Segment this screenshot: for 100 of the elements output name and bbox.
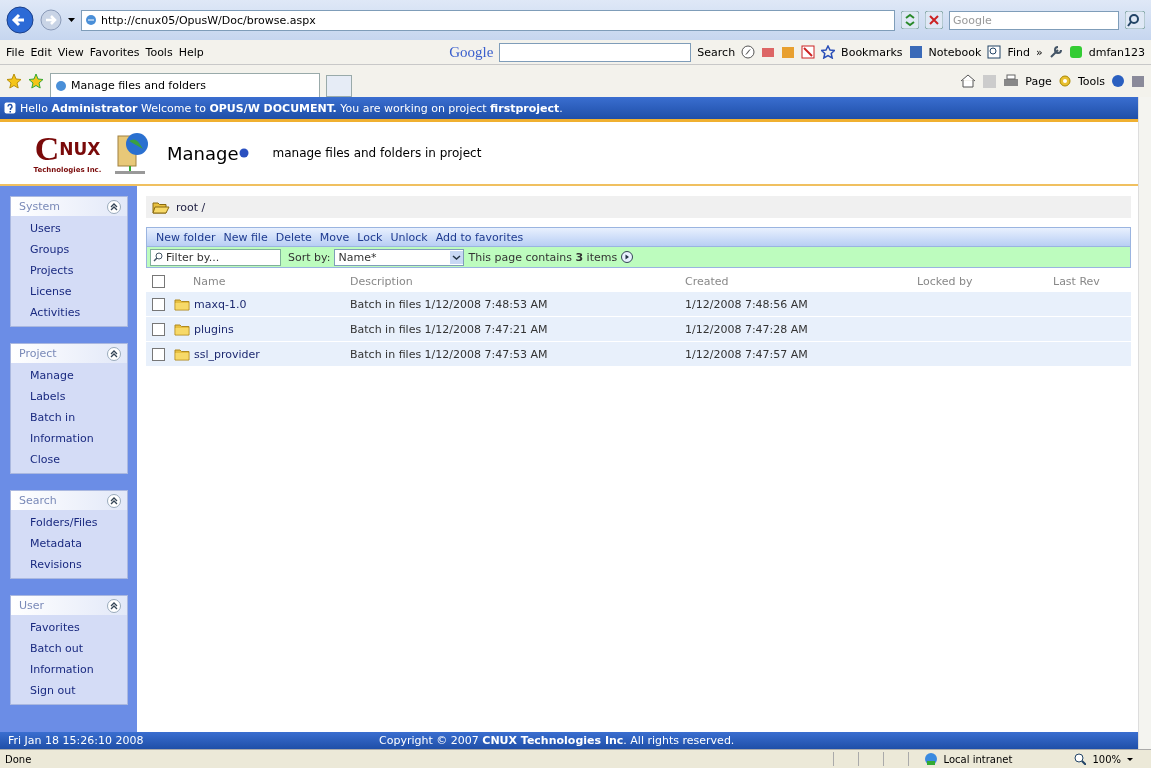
security-zone: Local intranet bbox=[943, 753, 1013, 765]
dropdown-arrow-icon[interactable] bbox=[68, 18, 75, 22]
menu-item[interactable]: Tools bbox=[145, 45, 173, 59]
table-cell: Batch in files 1/12/2008 7:47:21 AM bbox=[350, 322, 548, 336]
bookmarks-button[interactable]: Bookmarks bbox=[841, 45, 903, 59]
star-icon bbox=[821, 45, 836, 59]
row-checkbox[interactable] bbox=[152, 322, 165, 336]
sidebar-link[interactable]: Activities bbox=[11, 302, 127, 323]
forward-button-icon[interactable] bbox=[40, 9, 62, 31]
address-bar[interactable]: http://cnux05/OpusW/Doc/browse.aspx bbox=[81, 9, 895, 31]
select-all-checkbox[interactable] bbox=[152, 274, 165, 288]
sidebar-link[interactable]: Manage bbox=[11, 365, 127, 386]
refresh-icon[interactable] bbox=[901, 11, 919, 29]
zoom-icon[interactable] bbox=[1074, 753, 1087, 765]
google-logo: Google bbox=[449, 43, 494, 61]
dropdown-arrow-icon[interactable] bbox=[1127, 757, 1133, 761]
find-button[interactable]: Find bbox=[1007, 45, 1030, 59]
sidebar-link[interactable]: Close bbox=[11, 449, 127, 470]
print-icon[interactable] bbox=[1003, 74, 1020, 88]
action-link[interactable]: Move bbox=[319, 230, 350, 244]
sidebar-link[interactable]: Favorites bbox=[11, 617, 127, 638]
close-icon[interactable] bbox=[925, 11, 943, 29]
sidebar-link[interactable]: Metadata bbox=[11, 533, 127, 554]
menu-item[interactable]: Favorites bbox=[89, 45, 140, 59]
table-cell: 1/12/2008 7:47:28 AM bbox=[685, 322, 808, 336]
section-header[interactable]: Search bbox=[11, 491, 127, 510]
action-link[interactable]: New folder bbox=[156, 230, 216, 244]
table-cell: 1/12/2008 7:47:57 AM bbox=[685, 347, 808, 361]
sidebar-link[interactable]: Users bbox=[11, 218, 127, 239]
copyright-notice: Copyright © 2007 CNUX Technologies Inc. All rights reserved. bbox=[378, 734, 736, 747]
collapse-icon[interactable] bbox=[107, 199, 121, 214]
sidebar-link[interactable]: Revisions bbox=[11, 554, 127, 575]
menu-item[interactable]: View bbox=[57, 45, 84, 59]
logo-letter: C bbox=[34, 132, 60, 166]
google-search-field[interactable] bbox=[499, 42, 692, 62]
collapse-icon[interactable] bbox=[107, 598, 121, 613]
notebook-button[interactable]: Notebook bbox=[928, 45, 982, 59]
table-cell: 1/12/2008 7:48:56 AM bbox=[685, 297, 808, 311]
column-header[interactable]: Locked by bbox=[917, 274, 973, 288]
back-button-icon[interactable] bbox=[6, 6, 34, 34]
column-header[interactable]: Created bbox=[685, 274, 729, 288]
sidebar-link[interactable]: Information bbox=[11, 659, 127, 680]
next-page-icon[interactable] bbox=[621, 251, 634, 263]
folder-icon bbox=[174, 296, 190, 312]
sidebar-link[interactable]: Labels bbox=[11, 386, 127, 407]
blocker-icon[interactable] bbox=[801, 45, 816, 59]
column-header[interactable]: Name bbox=[193, 274, 226, 288]
folder-globe-icon bbox=[115, 131, 149, 175]
tools-menu[interactable]: Tools bbox=[1077, 74, 1105, 88]
search-button[interactable]: Search bbox=[697, 45, 736, 59]
add-favorite-icon[interactable] bbox=[28, 73, 44, 89]
row-checkbox[interactable] bbox=[152, 297, 165, 311]
action-link[interactable]: Add to favorites bbox=[435, 230, 524, 244]
sidebar-link[interactable]: Projects bbox=[11, 260, 127, 281]
user-name[interactable]: dmfan123 bbox=[1088, 45, 1145, 59]
collapse-icon[interactable] bbox=[107, 346, 121, 361]
footer-date: Fri Jan 18 15:26:10 2008 bbox=[8, 734, 144, 747]
search-icon bbox=[153, 252, 163, 262]
more-button[interactable]: » bbox=[1036, 45, 1043, 59]
wrench-icon[interactable] bbox=[1048, 45, 1063, 59]
page-description: manage files and folders in project bbox=[272, 146, 482, 160]
menu-item[interactable]: Help bbox=[178, 45, 204, 59]
filter-field[interactable]: Filter by... bbox=[150, 248, 281, 266]
sidebar-link[interactable]: Groups bbox=[11, 239, 127, 260]
item-count: This page contains 3 items bbox=[468, 250, 618, 264]
logo-name: NUX bbox=[59, 139, 101, 159]
row-checkbox[interactable] bbox=[152, 347, 165, 361]
sidebar-link[interactable]: Information bbox=[11, 428, 127, 449]
sidebar-link[interactable]: Batch in bbox=[11, 407, 127, 428]
folder-link[interactable]: maxq-1.0 bbox=[194, 297, 247, 311]
column-header[interactable]: Last Rev bbox=[1053, 274, 1100, 288]
page-title: Manage bbox=[167, 142, 239, 164]
home-icon[interactable] bbox=[960, 73, 977, 89]
chevron-down-icon bbox=[450, 250, 464, 264]
sidebar-link[interactable]: License bbox=[11, 281, 127, 302]
column-header[interactable]: Description bbox=[350, 274, 413, 288]
action-link[interactable]: New file bbox=[223, 230, 268, 244]
favorites-star-icon[interactable] bbox=[6, 73, 22, 89]
table-cell: Batch in files 1/12/2008 7:48:53 AM bbox=[350, 297, 548, 311]
folder-icon bbox=[174, 346, 190, 362]
menu-item[interactable]: Edit bbox=[30, 45, 52, 59]
scrollbar[interactable] bbox=[1138, 97, 1151, 749]
sidebar-link[interactable]: Sign out bbox=[11, 680, 127, 701]
breadcrumb[interactable]: root / bbox=[176, 200, 206, 214]
folder-link[interactable]: plugins bbox=[194, 322, 234, 336]
action-link[interactable]: Lock bbox=[357, 230, 383, 244]
sidebar-link[interactable]: Folders/Files bbox=[11, 512, 127, 533]
sidebar-link[interactable]: Batch out bbox=[11, 638, 127, 659]
open-folder-icon bbox=[152, 199, 170, 215]
action-link[interactable]: Delete bbox=[275, 230, 312, 244]
table-cell: Batch in files 1/12/2008 7:47:53 AM bbox=[350, 347, 548, 361]
action-link[interactable]: Unlock bbox=[390, 230, 428, 244]
page-menu[interactable]: Page bbox=[1025, 74, 1052, 88]
collapse-icon[interactable] bbox=[107, 493, 121, 508]
search-icon[interactable] bbox=[1125, 11, 1145, 29]
menu-item[interactable]: File bbox=[6, 45, 25, 59]
sort-dropdown[interactable]: Name* bbox=[334, 248, 465, 266]
section-header[interactable]: Project bbox=[11, 344, 127, 363]
browser-tab[interactable]: Manage files and folders bbox=[50, 73, 320, 97]
zoom-level[interactable]: 100% bbox=[1092, 753, 1121, 765]
